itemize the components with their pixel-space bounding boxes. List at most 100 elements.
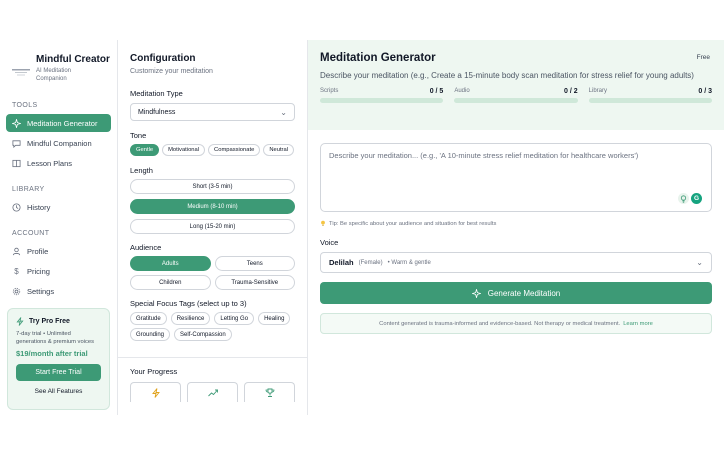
pro-trial-desc-line2: generations & premium voices	[16, 338, 94, 345]
quota-bar	[454, 98, 578, 103]
page-title: Meditation Generator	[320, 52, 436, 64]
gear-icon	[12, 287, 21, 296]
meditation-type-value: Mindfulness	[138, 108, 176, 116]
sidebar-item-label: Profile	[27, 246, 49, 256]
sidebar-item-label: Meditation Generator	[27, 118, 98, 128]
generate-meditation-button[interactable]: Generate Meditation	[320, 282, 712, 304]
disclaimer-notice: Content generated is trauma-informed and…	[320, 313, 712, 334]
voice-name: Delilah	[329, 258, 354, 267]
voice-select[interactable]: Delilah (Female) • Warm & gentle ⌄	[320, 252, 712, 273]
lightbulb-icon[interactable]	[678, 193, 689, 204]
meditation-type-select[interactable]: Mindfulness ⌄	[130, 103, 295, 121]
sidebar-item-label: Mindful Companion	[27, 138, 92, 148]
quota-count: 0 / 5	[429, 88, 444, 95]
tip-text: Tip: Be specific about your audience and…	[320, 220, 712, 227]
length-option-long[interactable]: Long (15-20 min)	[130, 219, 295, 234]
pro-trial-header: Try Pro Free	[16, 317, 101, 326]
sidebar-item-mindful-companion[interactable]: Mindful Companion	[6, 134, 111, 152]
brand-subtitle-line2: Companion	[36, 76, 67, 82]
section-label-tools: TOOLS	[12, 102, 38, 109]
quota-count: 0 / 3	[698, 88, 712, 95]
sidebar-item-lesson-plans[interactable]: Lesson Plans	[6, 154, 111, 172]
brand-subtitle: AI Meditation Companion	[36, 67, 110, 83]
grammar-assistant-icon[interactable]: G	[691, 193, 702, 204]
focus-tag-grounding[interactable]: Grounding	[130, 328, 171, 341]
voice-description: • Warm & gentle	[387, 259, 431, 266]
length-options: Short (3-5 min) Medium (8-10 min) Long (…	[130, 179, 295, 234]
book-icon	[12, 159, 21, 168]
sidebar-item-profile[interactable]: Profile	[6, 242, 111, 260]
trending-up-icon	[207, 389, 218, 397]
user-icon	[12, 247, 21, 256]
quota-bar	[588, 98, 712, 103]
progress-card-trophy	[244, 382, 295, 402]
chevron-down-icon: ⌄	[280, 107, 287, 117]
brand-subtitle-line1: AI Meditation	[36, 68, 72, 74]
sidebar-item-history[interactable]: History	[6, 198, 111, 216]
tip-label: Tip: Be specific about your audience and…	[329, 220, 497, 227]
input-extension-icons: G	[678, 193, 702, 204]
brand: Mindful Creator AI Meditation Companion	[0, 40, 117, 92]
pro-trial-card: Try Pro Free 7-day trial • Unlimited gen…	[7, 308, 110, 410]
sidebar-item-label: History	[27, 202, 51, 212]
pro-trial-price: $19/month after trial	[16, 349, 88, 358]
tone-chip-motivational[interactable]: Motivational	[162, 144, 206, 156]
focus-tag-gratitude[interactable]: Gratitude	[130, 312, 167, 325]
tone-chip-neutral[interactable]: Neutral	[263, 144, 294, 156]
plan-badge: Free	[696, 54, 710, 61]
sidebar-item-pricing[interactable]: $ Pricing	[6, 262, 111, 280]
length-option-medium[interactable]: Medium (8-10 min)	[130, 199, 295, 214]
see-all-features-link[interactable]: See All Features	[16, 388, 101, 395]
length-option-short[interactable]: Short (3-5 min)	[130, 179, 295, 194]
audience-option-children[interactable]: Children	[130, 275, 211, 290]
chevron-down-icon: ⌄	[696, 258, 703, 267]
voice-label: Voice	[320, 238, 339, 247]
sidebar-item-meditation-generator[interactable]: Meditation Generator	[6, 114, 111, 132]
lightning-icon	[151, 387, 160, 398]
audience-option-trauma-sensitive[interactable]: Trauma-Sensitive	[214, 275, 295, 290]
section-label-library: LIBRARY	[12, 186, 45, 193]
progress-cards	[130, 382, 295, 402]
brand-logo-icon	[10, 66, 32, 78]
audience-option-adults[interactable]: Adults	[130, 256, 211, 271]
meditation-type-label: Meditation Type	[130, 89, 183, 98]
audience-options: Adults Teens Children Trauma-Sensitive	[130, 256, 295, 290]
focus-tag-healing[interactable]: Healing	[258, 312, 291, 325]
lightbulb-icon	[320, 220, 326, 227]
clock-icon	[12, 202, 21, 212]
quota-label: Scripts	[320, 88, 339, 94]
chat-icon	[12, 139, 21, 148]
brand-title: Mindful Creator	[36, 54, 110, 65]
pro-trial-desc-line1: 7-day trial • Unlimited	[16, 331, 71, 337]
sidebar: Mindful Creator AI Meditation Companion …	[0, 40, 118, 415]
quota-audio: Audio 0 / 2	[454, 88, 578, 103]
quota-label: Audio	[454, 88, 470, 94]
main-header: Meditation Generator Free Describe your …	[308, 40, 724, 130]
progress-card-streak	[130, 382, 181, 402]
sidebar-item-label: Lesson Plans	[27, 158, 73, 168]
pro-trial-description: 7-day trial • Unlimited generations & pr…	[16, 331, 101, 346]
app-window: Mindful Creator AI Meditation Companion …	[0, 40, 724, 415]
usage-quotas: Scripts 0 / 5 Audio 0 / 2 Library 0 / 3	[320, 88, 712, 103]
focus-tag-letting-go[interactable]: Letting Go	[214, 312, 255, 325]
tone-chip-gentle[interactable]: Gentle	[130, 144, 160, 156]
focus-tags: Gratitude Resilience Letting Go Healing …	[130, 312, 295, 341]
sparkle-icon	[12, 118, 21, 128]
focus-tag-self-compassion[interactable]: Self-Compassion	[174, 328, 232, 341]
quota-library: Library 0 / 3	[588, 88, 712, 103]
learn-more-link[interactable]: Learn more	[623, 321, 653, 327]
main-body: Describe your meditation... (e.g., 'A 10…	[308, 130, 724, 334]
start-free-trial-button[interactable]: Start Free Trial	[16, 364, 101, 381]
generate-button-label: Generate Meditation	[487, 288, 561, 298]
focus-tags-label: Special Focus Tags (select up to 3)	[130, 299, 247, 308]
focus-tag-resilience[interactable]: Resilience	[170, 312, 211, 325]
configuration-title: Configuration	[130, 53, 196, 64]
tone-chip-compassionate[interactable]: Compassionate	[208, 144, 261, 156]
dollar-icon: $	[14, 266, 19, 276]
audience-option-teens[interactable]: Teens	[214, 256, 295, 271]
meditation-prompt-input[interactable]: Describe your meditation... (e.g., 'A 10…	[320, 143, 712, 212]
audience-label: Audience	[130, 243, 162, 252]
tone-label: Tone	[130, 131, 147, 140]
sidebar-item-settings[interactable]: Settings	[6, 282, 111, 300]
pro-trial-title: Try Pro Free	[29, 318, 70, 325]
